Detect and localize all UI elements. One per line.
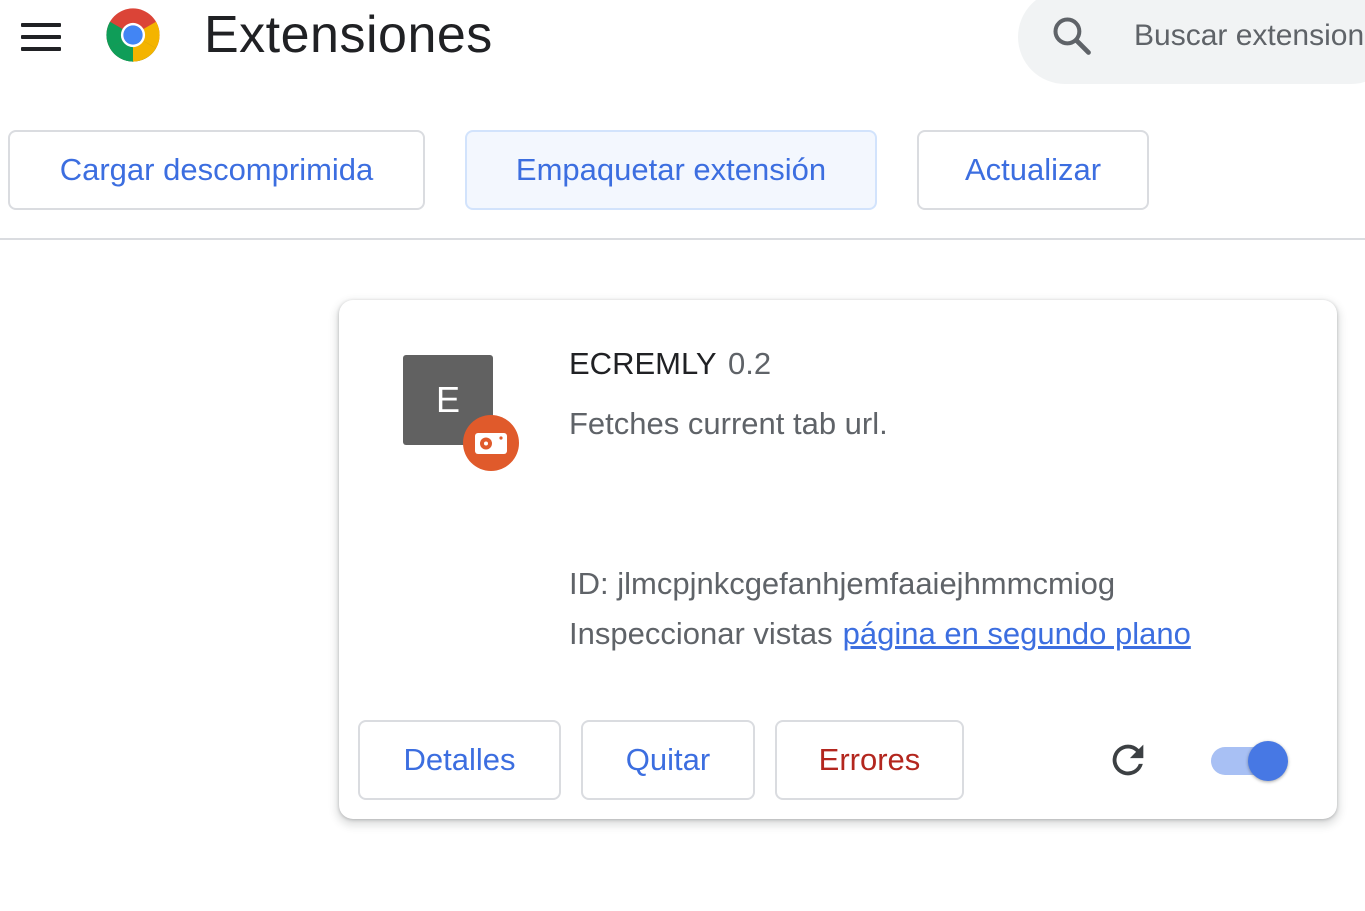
extension-name: ECREMLY [569, 346, 717, 381]
inspect-views-label: Inspeccionar vistas [569, 616, 833, 651]
extension-icon-letter: E [435, 379, 460, 420]
pack-extension-button[interactable]: Empaquetar extensión [465, 130, 877, 210]
extension-description: Fetches current tab url. [569, 406, 888, 441]
extension-id: ID: jlmcpjnkcgefanhjemfaaiejhmmcmiog [569, 566, 1116, 601]
remove-button[interactable]: Quitar [581, 720, 755, 800]
details-button[interactable]: Detalles [358, 720, 561, 800]
hamburger-menu-icon[interactable] [14, 10, 68, 64]
reload-icon[interactable] [1105, 737, 1151, 783]
search-icon[interactable] [1050, 14, 1094, 58]
header: Extensiones [0, 0, 1365, 84]
errors-button[interactable]: Errores [775, 720, 964, 800]
enable-toggle[interactable] [1211, 741, 1289, 781]
extension-version: 0.2 [728, 346, 772, 381]
unpacked-extension-badge-icon [463, 415, 519, 471]
page-title: Extensiones [204, 6, 493, 64]
toggle-knob [1248, 741, 1288, 781]
inspect-views-row: Inspeccionar vistas página en segundo pla… [569, 616, 1191, 652]
chrome-logo-icon [106, 8, 160, 62]
background-page-link[interactable]: página en segundo plano [843, 616, 1191, 651]
extension-card: E ECREMLY 0.2 Fetches current tab url. I… [339, 300, 1337, 819]
update-button[interactable]: Actualizar [917, 130, 1149, 210]
toolbar-divider [0, 238, 1365, 240]
search-input[interactable] [1134, 14, 1365, 58]
load-unpacked-button[interactable]: Cargar descomprimida [8, 130, 425, 210]
